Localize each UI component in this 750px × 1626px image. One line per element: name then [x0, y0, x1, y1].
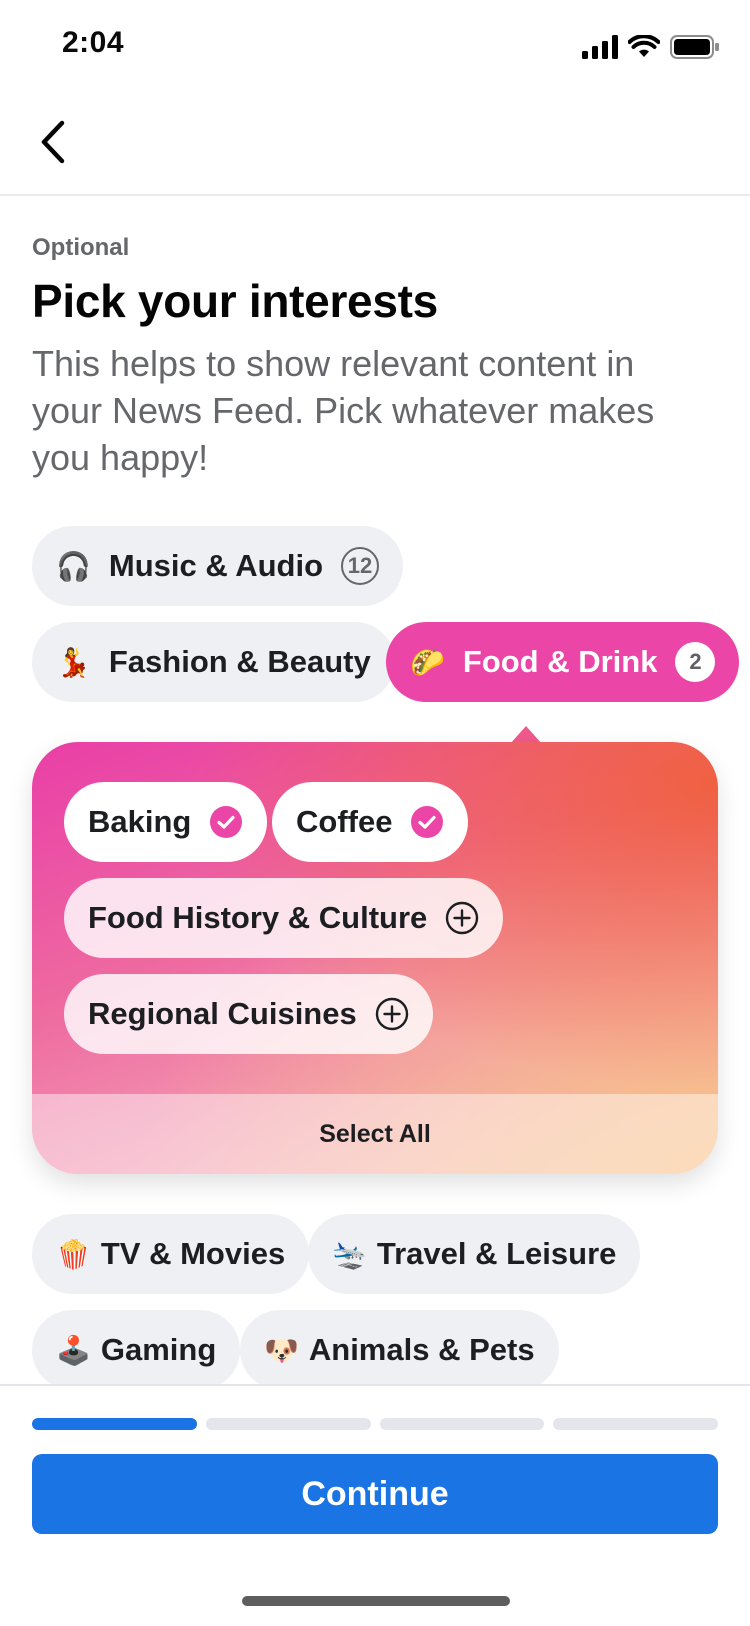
- progress-segment: [32, 1418, 197, 1430]
- subtopic-coffee[interactable]: Coffee: [272, 782, 469, 862]
- step-progress: [32, 1418, 718, 1430]
- back-button[interactable]: [28, 116, 78, 168]
- subtopic-label: Baking: [88, 804, 192, 839]
- chip-travel-leisure[interactable]: 🛬 Travel & Leisure: [308, 1214, 641, 1294]
- status-bar: 2:04: [0, 0, 750, 90]
- chip-music-audio[interactable]: 🎧 Music & Audio 12: [32, 526, 403, 606]
- home-indicator: [242, 1596, 510, 1606]
- chip-label: Fashion & Beauty: [108, 644, 371, 679]
- dancer-icon: 💃: [56, 646, 91, 678]
- food-drink-subtopics-panel: Baking Coffee Food History & Culture Reg…: [32, 742, 718, 1174]
- selection-count-badge: 12: [341, 547, 379, 585]
- subtopic-label: Coffee: [296, 804, 393, 839]
- chip-label: Food & Drink: [462, 644, 658, 679]
- page-subtitle: This helps to show relevant content in y…: [32, 343, 655, 478]
- chevron-left-icon: [41, 120, 65, 164]
- cellular-signal-icon: [582, 35, 618, 59]
- chip-gaming[interactable]: 🕹️ Gaming: [32, 1310, 241, 1390]
- checkmark-icon: [410, 805, 444, 839]
- chip-label: TV & Movies: [100, 1236, 286, 1271]
- popcorn-icon: 🍿: [56, 1238, 91, 1270]
- top-navigation: [0, 90, 750, 196]
- subtopic-label: Food History & Culture: [88, 900, 428, 935]
- subtopic-regional-cuisines[interactable]: Regional Cuisines: [64, 974, 433, 1054]
- subtopic-label: Regional Cuisines: [88, 996, 357, 1031]
- joystick-icon: 🕹️: [56, 1334, 91, 1366]
- subtopic-food-history-culture[interactable]: Food History & Culture: [64, 878, 504, 958]
- status-icons: [582, 32, 720, 62]
- chip-food-drink[interactable]: 🌮 Food & Drink 2: [386, 622, 740, 702]
- airplane-icon: 🛬: [332, 1238, 367, 1270]
- progress-segment: [205, 1418, 371, 1430]
- chip-label: Travel & Leisure: [376, 1236, 617, 1271]
- checkmark-icon: [209, 805, 243, 839]
- headphones-icon: 🎧: [56, 550, 91, 582]
- subtopic-baking[interactable]: Baking: [64, 782, 268, 862]
- continue-button[interactable]: Continue: [32, 1454, 718, 1534]
- page-title: Pick your interests: [32, 275, 438, 327]
- dog-icon: 🐶: [264, 1334, 299, 1366]
- status-time: 2:04: [62, 26, 125, 59]
- chip-label: Animals & Pets: [308, 1332, 535, 1367]
- chip-fashion-beauty[interactable]: 💃 Fashion & Beauty: [32, 622, 395, 702]
- wifi-icon: [628, 35, 660, 57]
- add-circle-icon: [375, 997, 409, 1031]
- optional-label: Optional: [32, 234, 130, 261]
- add-circle-icon: [445, 901, 479, 935]
- taco-icon: 🌮: [410, 646, 445, 678]
- select-all-button[interactable]: Select All: [32, 1094, 718, 1174]
- progress-segment: [553, 1418, 718, 1430]
- selection-count-badge: 2: [675, 642, 716, 682]
- chip-animals-pets[interactable]: 🐶 Animals & Pets: [240, 1310, 559, 1390]
- progress-segment: [379, 1418, 545, 1430]
- chip-label: Music & Audio: [108, 548, 323, 583]
- chip-tv-movies[interactable]: 🍿 TV & Movies: [32, 1214, 310, 1294]
- chip-label: Gaming: [100, 1332, 217, 1367]
- footer: Continue: [0, 1384, 750, 1626]
- battery-icon: [670, 35, 719, 59]
